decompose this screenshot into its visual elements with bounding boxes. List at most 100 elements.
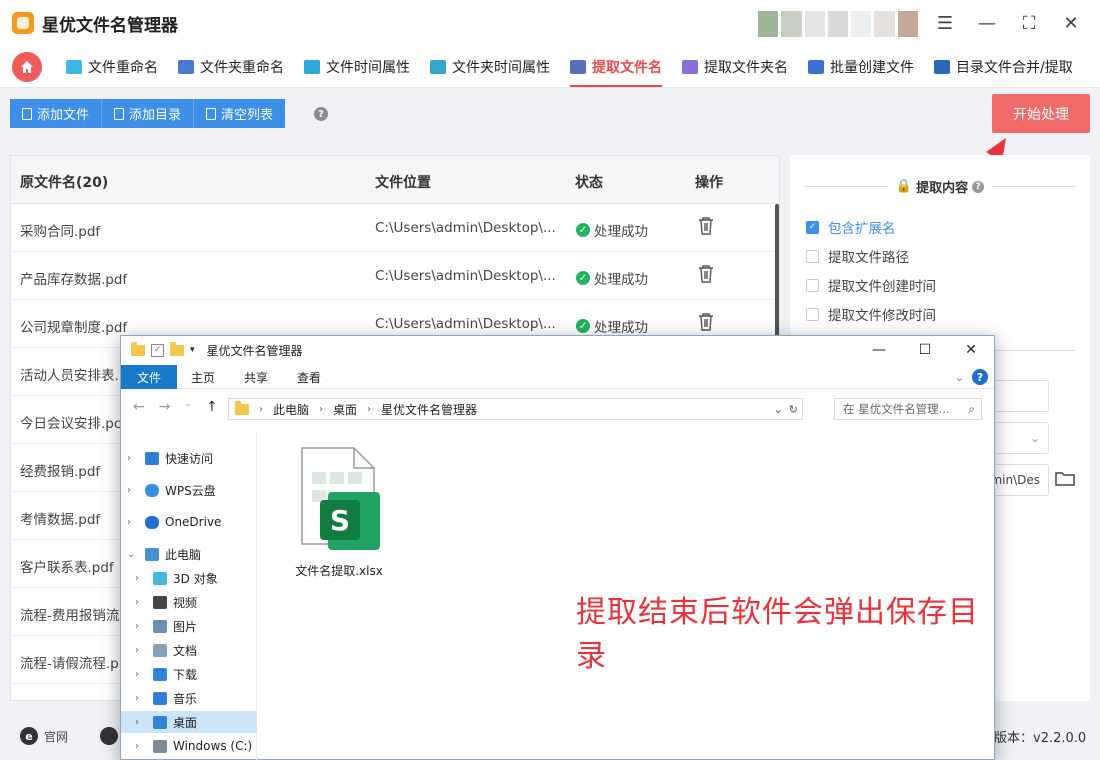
chevron-right-icon[interactable]: › (135, 669, 149, 680)
chevron-right-icon[interactable]: › (135, 573, 149, 584)
address-bar[interactable]: › 此电脑 › 桌面 › 星优文件名管理器 ⌄ ↻ (228, 398, 803, 420)
up-arrow-icon[interactable]: ↑ (206, 399, 218, 415)
maximize-button[interactable]: ⛶ (1016, 10, 1042, 36)
minimize-button[interactable]: — (974, 10, 1000, 36)
tab-folder-time[interactable]: 文件夹时间属性 (430, 46, 550, 88)
option-extract-created-time[interactable]: 提取文件创建时间 (806, 275, 936, 295)
back-arrow-icon[interactable]: ← (133, 399, 145, 415)
nav-item-videos[interactable]: › 视频 (121, 591, 257, 613)
extract-foldername-icon (682, 60, 698, 74)
nav-item-this-pc[interactable]: ⌄ 此电脑 (121, 543, 257, 565)
new-folder-icon[interactable] (170, 341, 184, 356)
help-icon[interactable]: ? (972, 369, 988, 385)
cloud-icon (145, 483, 159, 497)
nav-item-desktop[interactable]: › 桌面 (121, 711, 257, 733)
table-row[interactable]: 产品库存数据.pdf C:\Users\admin\Desktop\... ✓ 处… (11, 252, 779, 300)
breadcrumb-this-pc[interactable]: 此电脑 (273, 401, 309, 418)
help-icon[interactable]: ? (314, 107, 328, 121)
nav-item-onedrive[interactable]: › OneDrive (121, 511, 257, 533)
recent-dropdown-icon[interactable]: ⌄ (184, 399, 192, 415)
option-include-extension[interactable]: ✓ 包含扩展名 (806, 217, 896, 237)
settings-icon[interactable]: ☰ (932, 10, 958, 36)
explorer-maximize-button[interactable]: ☐ (902, 336, 948, 364)
address-dropdown-icon[interactable]: ⌄ (774, 403, 783, 416)
nav-item-pictures[interactable]: › 图片 (121, 615, 257, 637)
chevron-right-icon[interactable]: › (135, 693, 149, 704)
ribbon-expand-icon[interactable]: ⌄ (955, 371, 964, 384)
checkbox-icon[interactable] (806, 278, 819, 292)
nav-item-downloads[interactable]: › 下载 (121, 663, 257, 685)
checkbox-checked-icon[interactable]: ✓ (806, 220, 819, 234)
success-check-icon: ✓ (576, 223, 590, 237)
tab-extract-foldername[interactable]: 提取文件夹名 (682, 46, 788, 88)
delete-row-button[interactable] (697, 312, 715, 336)
tab-folder-rename[interactable]: 文件夹重命名 (178, 46, 284, 88)
tab-file-time[interactable]: 文件时间属性 (304, 46, 410, 88)
tab-batch-create[interactable]: 批量创建文件 (808, 46, 914, 88)
option-extract-path[interactable]: 提取文件路径 (806, 246, 909, 266)
refresh-icon[interactable]: ↻ (789, 403, 798, 416)
col-header-path[interactable]: 文件位置 (375, 172, 431, 192)
delete-row-button[interactable] (697, 264, 715, 288)
col-header-name[interactable]: 原文件名(20) (20, 172, 108, 192)
chevron-right-icon[interactable]: › (135, 597, 149, 608)
breadcrumb-chevron-icon[interactable]: › (259, 404, 263, 415)
file-time-icon (304, 60, 320, 74)
chevron-right-icon[interactable]: › (127, 517, 141, 528)
add-directory-button[interactable]: 添加目录 (102, 99, 195, 128)
option-extract-modified-time[interactable]: 提取文件修改时间 (806, 304, 936, 324)
checkbox-icon[interactable] (806, 307, 819, 321)
browse-folder-icon[interactable] (1055, 470, 1075, 486)
nav-item-documents[interactable]: › 文档 (121, 639, 257, 661)
delete-row-button[interactable] (697, 216, 715, 240)
home-button[interactable] (12, 52, 42, 82)
chevron-right-icon[interactable]: › (135, 621, 149, 632)
checkbox-icon[interactable] (806, 249, 819, 263)
help-icon[interactable]: ? (972, 180, 985, 193)
nav-item-windows-c[interactable]: › Windows (C:) (121, 735, 257, 757)
chevron-right-icon[interactable]: › (127, 453, 141, 464)
address-row: ← → ⌄ ↑ › 此电脑 › 桌面 › 星优文件名管理器 ⌄ ↻ 在 星优文件… (121, 396, 994, 422)
xlsx-file-item[interactable]: S 文件名提取.xlsx (294, 442, 384, 579)
start-processing-button[interactable]: 开始处理 (992, 94, 1090, 133)
ribbon-tab-file[interactable]: 文件 (121, 365, 177, 389)
col-header-status[interactable]: 状态 (575, 172, 603, 192)
file-name: 流程-请假流程.p (20, 656, 119, 672)
add-file-button[interactable]: 添加文件 (10, 99, 103, 128)
chat-link[interactable] (100, 727, 118, 745)
ribbon-tab-share[interactable]: 共享 (244, 365, 268, 389)
user-avatar-blurred[interactable] (758, 11, 918, 37)
ribbon-tab-view[interactable]: 查看 (297, 365, 321, 389)
explorer-search-input[interactable]: 在 星优文件名管理... ⌕ (834, 398, 982, 420)
close-button[interactable]: ✕ (1058, 10, 1084, 36)
tab-extract-filename[interactable]: 提取文件名 (570, 46, 662, 88)
forward-arrow-icon[interactable]: → (159, 399, 171, 415)
chevron-right-icon[interactable]: › (135, 717, 149, 728)
breadcrumb-chevron-icon[interactable]: › (367, 404, 371, 415)
chevron-right-icon[interactable]: › (127, 485, 141, 496)
nav-item-quick-access[interactable]: › 快速访问 (121, 447, 257, 469)
tab-dir-merge[interactable]: 目录文件合并/提取 (934, 46, 1073, 88)
official-site-link[interactable]: e 官网 (20, 727, 68, 745)
explorer-close-button[interactable]: ✕ (948, 336, 994, 364)
nav-item-3d-objects[interactable]: › 3D 对象 (121, 567, 257, 589)
chevron-right-icon[interactable]: › (135, 645, 149, 656)
function-tabbar: 文件重命名 文件夹重命名 文件时间属性 文件夹时间属性 提取文件名 提取文件夹名… (0, 46, 1100, 88)
breadcrumb-current-folder[interactable]: 星优文件名管理器 (381, 401, 477, 418)
breadcrumb-chevron-icon[interactable]: › (319, 404, 323, 415)
breadcrumb-desktop[interactable]: 桌面 (333, 401, 357, 418)
folder-icon (235, 400, 249, 415)
tab-file-rename[interactable]: 文件重命名 (66, 46, 158, 88)
chevron-down-icon[interactable]: ⌄ (127, 549, 141, 560)
col-header-op[interactable]: 操作 (695, 172, 723, 192)
properties-icon[interactable]: ✓ (151, 343, 164, 357)
quick-access-dropdown-icon[interactable]: ▾ (190, 345, 195, 355)
clear-list-button[interactable]: 清空列表 (194, 99, 286, 128)
chevron-right-icon[interactable]: › (135, 741, 149, 752)
ribbon-tab-home[interactable]: 主页 (191, 365, 215, 389)
file-explorer-window: ✓ ▾ 星优文件名管理器 — ☐ ✕ 文件 主页 共享 查看 ⌄ ? ← → ⌄… (120, 335, 995, 760)
explorer-minimize-button[interactable]: — (856, 336, 902, 364)
table-row[interactable]: 采购合同.pdf C:\Users\admin\Desktop\... ✓ 处理成… (11, 204, 779, 252)
nav-item-wps-cloud[interactable]: › WPS云盘 (121, 479, 257, 501)
nav-item-music[interactable]: › 音乐 (121, 687, 257, 709)
